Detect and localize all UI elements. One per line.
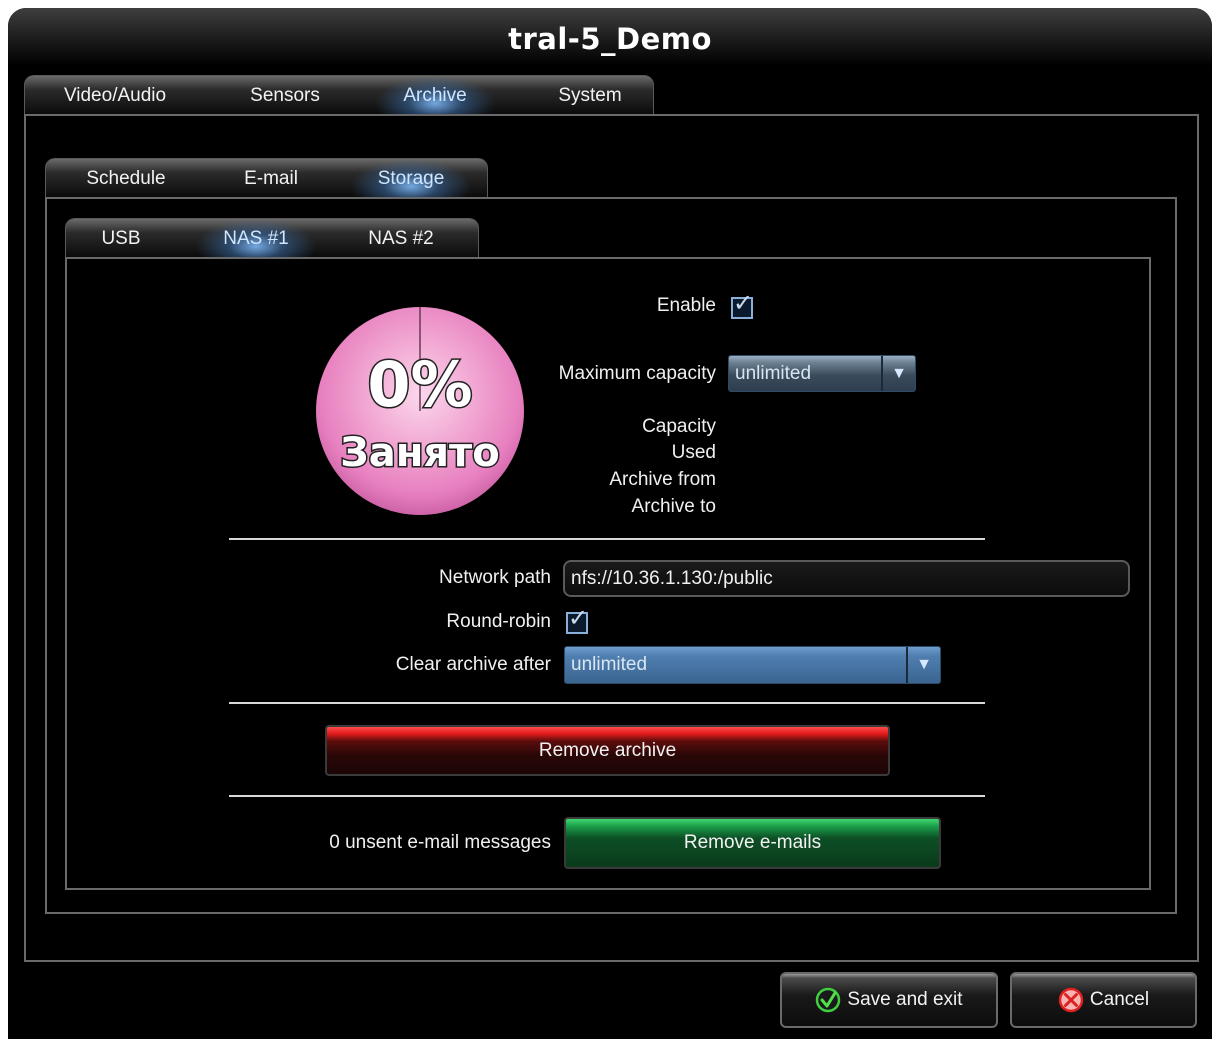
round-robin-checkbox[interactable]: ✓ bbox=[566, 607, 588, 634]
remove-archive-button[interactable]: Remove archive bbox=[325, 725, 890, 776]
network-path-input[interactable]: nfs://10.36.1.130:/public bbox=[563, 560, 1130, 597]
tab-email[interactable]: E-mail bbox=[216, 159, 326, 198]
tab-schedule[interactable]: Schedule bbox=[56, 159, 196, 198]
tab-usb[interactable]: USB bbox=[76, 219, 166, 258]
round-robin-label: Round-robin bbox=[446, 611, 551, 632]
separator bbox=[229, 538, 985, 540]
red-cross-circle-icon bbox=[1058, 987, 1084, 1013]
cancel-button[interactable]: Cancel bbox=[1010, 972, 1197, 1028]
usage-status-text: Занято bbox=[340, 430, 499, 476]
max-capacity-select[interactable]: unlimited ▼ bbox=[728, 355, 916, 392]
unsent-messages-label: 0 unsent e-mail messages bbox=[329, 832, 551, 853]
archive-tab-bar: Schedule E-mail Storage bbox=[45, 158, 488, 198]
main-tab-bar: Video/Audio Sensors Archive System bbox=[24, 75, 654, 115]
tab-system[interactable]: System bbox=[525, 76, 655, 115]
usage-percent-text: 0% bbox=[367, 348, 472, 421]
max-capacity-value: unlimited bbox=[735, 362, 812, 384]
clear-archive-select[interactable]: unlimited ▼ bbox=[564, 646, 941, 684]
used-label: Used bbox=[671, 442, 716, 463]
checkmark-icon: ✓ bbox=[733, 290, 754, 317]
storage-tab-bar: USB NAS #1 NAS #2 bbox=[65, 218, 479, 258]
settings-window: tral-5_Demo Video/Audio Sensors Archive … bbox=[8, 8, 1212, 1039]
archive-from-label: Archive from bbox=[609, 469, 716, 490]
usage-pie-chart: 0% Занято bbox=[316, 307, 524, 515]
separator bbox=[229, 702, 985, 704]
clear-archive-label: Clear archive after bbox=[395, 654, 551, 675]
usage-gauge: 0% Занято bbox=[315, 306, 525, 516]
archive-to-label: Archive to bbox=[631, 496, 716, 517]
cancel-label: Cancel bbox=[1089, 989, 1150, 1010]
title-bar: tral-5_Demo bbox=[8, 8, 1212, 66]
tab-nas-2[interactable]: NAS #2 bbox=[351, 219, 451, 258]
clear-archive-value: unlimited bbox=[571, 654, 648, 675]
triangle-down-icon[interactable]: ▼ bbox=[906, 647, 940, 683]
capacity-label: Capacity bbox=[642, 416, 716, 437]
network-path-label: Network path bbox=[439, 567, 551, 588]
enable-checkbox[interactable]: ✓ bbox=[731, 292, 753, 319]
triangle-down-icon[interactable]: ▼ bbox=[881, 356, 915, 391]
tab-nas-1[interactable]: NAS #1 bbox=[196, 219, 316, 258]
tab-storage[interactable]: Storage bbox=[351, 159, 471, 198]
remove-emails-button[interactable]: Remove e-mails bbox=[564, 817, 941, 869]
window-title: tral-5_Demo bbox=[508, 22, 712, 56]
save-exit-button[interactable]: Save and exit bbox=[780, 972, 998, 1028]
tab-sensors[interactable]: Sensors bbox=[220, 76, 350, 115]
save-exit-label: Save and exit bbox=[847, 989, 963, 1010]
tab-video-audio[interactable]: Video/Audio bbox=[35, 76, 195, 115]
green-check-circle-icon bbox=[816, 987, 841, 1013]
enable-label: Enable bbox=[656, 295, 716, 316]
max-capacity-label: Maximum capacity bbox=[558, 363, 716, 384]
tab-archive[interactable]: Archive bbox=[375, 76, 495, 115]
checkmark-icon: ✓ bbox=[568, 605, 589, 632]
separator bbox=[229, 795, 985, 797]
